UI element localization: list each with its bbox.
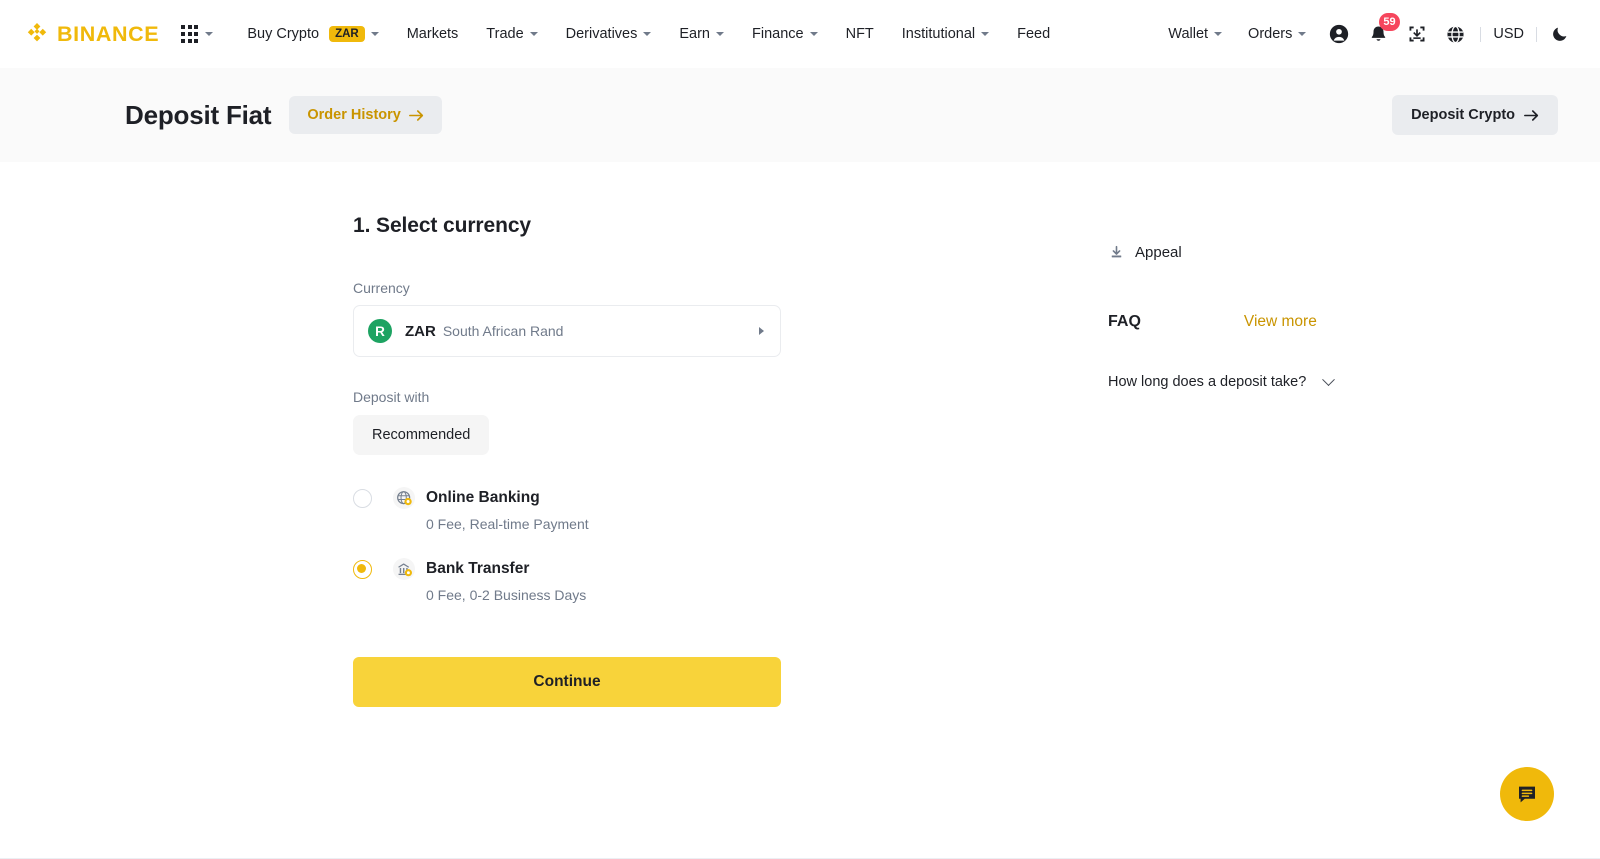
faq-header: FAQ View more — [1108, 313, 1438, 331]
nav-label: Institutional — [901, 26, 976, 42]
nav-item-institutional[interactable]: Institutional — [888, 0, 1003, 68]
page-header-band: Deposit Fiat Order History Deposit Crypt… — [0, 68, 1600, 162]
continue-button[interactable]: Continue — [353, 657, 781, 707]
currency-field-label: Currency — [353, 280, 410, 296]
arrow-right-icon — [408, 109, 423, 121]
arrow-right-icon — [1524, 109, 1539, 121]
deposit-crypto-button[interactable]: Deposit Crypto — [1392, 95, 1558, 135]
chat-support-icon — [1519, 786, 1535, 803]
download-app-button[interactable] — [1398, 0, 1436, 68]
user-account-button[interactable] — [1319, 0, 1359, 68]
nav-item-earn[interactable]: Earn — [665, 0, 738, 68]
top-navbar: BINANCE Buy Crypto ZAR Markets Trade Der… — [0, 0, 1600, 68]
method-texts: Online Banking 0 Fee, Real-time Payment — [426, 487, 589, 532]
nav-item-nft[interactable]: NFT — [832, 0, 888, 68]
nav-currency-badge: ZAR — [329, 25, 365, 43]
language-button[interactable] — [1436, 0, 1475, 68]
currency-selector[interactable]: USD — [1486, 26, 1531, 42]
faq-view-more-link[interactable]: View more — [1244, 313, 1317, 331]
nav-label: Orders — [1248, 26, 1293, 42]
method-name: Online Banking — [426, 489, 540, 506]
secondary-nav: Wallet Orders 59 USD — [1155, 0, 1578, 68]
deposit-with-label: Deposit with — [353, 389, 430, 405]
nav-item-orders[interactable]: Orders — [1235, 0, 1319, 68]
chevron-down-icon — [205, 32, 214, 36]
nav-item-derivatives[interactable]: Derivatives — [552, 0, 666, 68]
tab-recommended[interactable]: Recommended — [353, 415, 490, 455]
notifications-button[interactable]: 59 — [1359, 0, 1400, 68]
radio-online-banking[interactable] — [353, 489, 372, 508]
currency-symbol-icon: R — [368, 319, 392, 343]
appeal-link[interactable]: Appeal — [1108, 244, 1438, 261]
brand-name: BINANCE — [57, 21, 160, 46]
chevron-right-icon — [759, 327, 764, 335]
step-title: 1. Select currency — [353, 214, 531, 237]
binance-diamond-icon — [27, 23, 47, 42]
currency-select[interactable]: R ZAR South African Rand — [353, 305, 781, 357]
grid-apps-icon — [181, 25, 199, 43]
currency-name: South African Rand — [442, 323, 564, 339]
chevron-down-icon — [716, 32, 724, 36]
page-title: Deposit Fiat — [125, 99, 272, 130]
deposit-crypto-label: Deposit Crypto — [1411, 107, 1515, 123]
method-desc: 0 Fee, 0-2 Business Days — [426, 587, 587, 603]
globe-language-icon — [1447, 25, 1464, 43]
nav-item-trade[interactable]: Trade — [472, 0, 551, 68]
chevron-down-icon — [981, 32, 990, 36]
chevron-down-icon — [370, 32, 379, 36]
nav-label: Trade — [486, 26, 524, 42]
payment-method-list: Online Banking 0 Fee, Real-time Payment — [353, 487, 993, 603]
nav-label: Earn — [679, 26, 710, 42]
payment-method-online-banking[interactable]: Online Banking 0 Fee, Real-time Payment — [353, 487, 993, 532]
nav-divider — [1536, 26, 1537, 42]
payment-method-bank-transfer[interactable]: Bank Transfer 0 Fee, 0-2 Business Days — [353, 558, 993, 603]
page-content: 1. Select currency Currency R ZAR South … — [0, 162, 1600, 859]
currency-code: ZAR — [405, 322, 436, 340]
download-app-icon — [1409, 26, 1425, 42]
appeal-download-icon — [1111, 245, 1122, 258]
nav-label: Finance — [752, 26, 804, 42]
order-history-label: Order History — [307, 107, 401, 123]
chevron-down-icon — [529, 32, 538, 36]
notification-badge: 59 — [1379, 13, 1400, 31]
binance-logo[interactable]: BINANCE — [24, 21, 159, 47]
method-texts: Bank Transfer 0 Fee, 0-2 Business Days — [426, 558, 586, 603]
info-sidebar: Appeal FAQ View more How long does a dep… — [1108, 214, 1438, 859]
chevron-down-icon — [643, 32, 652, 36]
globe-coin-icon — [393, 487, 415, 509]
faq-title: FAQ — [1108, 313, 1141, 330]
nav-label: Wallet — [1168, 26, 1209, 42]
faq-question-text: How long does a deposit take? — [1108, 374, 1307, 390]
nav-label: NFT — [845, 26, 874, 42]
appeal-label: Appeal — [1135, 244, 1182, 261]
moon-dark-mode-icon — [1553, 27, 1567, 41]
theme-toggle-button[interactable] — [1542, 0, 1578, 68]
user-account-icon — [1330, 24, 1349, 44]
chat-support-button[interactable] — [1500, 767, 1554, 821]
deposit-form-column: 1. Select currency Currency R ZAR South … — [353, 214, 993, 859]
nav-label: Markets — [406, 26, 459, 42]
nav-item-finance[interactable]: Finance — [738, 0, 832, 68]
nav-divider — [1480, 26, 1482, 42]
nav-label: Derivatives — [565, 26, 638, 42]
nav-label: Feed — [1017, 26, 1051, 42]
method-desc: 0 Fee, Real-time Payment — [426, 516, 589, 532]
nav-item-markets[interactable]: Markets — [393, 0, 473, 68]
nav-item-feed[interactable]: Feed — [1003, 0, 1064, 68]
bank-coin-icon — [393, 558, 415, 580]
chevron-down-icon — [1298, 32, 1307, 36]
faq-question-item[interactable]: How long does a deposit take? — [1108, 372, 1438, 390]
primary-nav: Buy Crypto ZAR Markets Trade Derivatives… — [233, 0, 1064, 68]
radio-bank-transfer[interactable] — [353, 560, 372, 579]
chevron-down-icon — [1322, 372, 1336, 386]
apps-menu-button[interactable] — [181, 25, 214, 43]
nav-item-wallet[interactable]: Wallet — [1155, 0, 1235, 68]
chevron-down-icon — [1214, 32, 1223, 36]
nav-item-buy-crypto[interactable]: Buy Crypto ZAR — [233, 0, 392, 68]
order-history-button[interactable]: Order History — [289, 96, 442, 134]
chevron-down-icon — [809, 32, 818, 36]
nav-label: Buy Crypto — [247, 26, 320, 42]
method-name: Bank Transfer — [426, 560, 530, 577]
